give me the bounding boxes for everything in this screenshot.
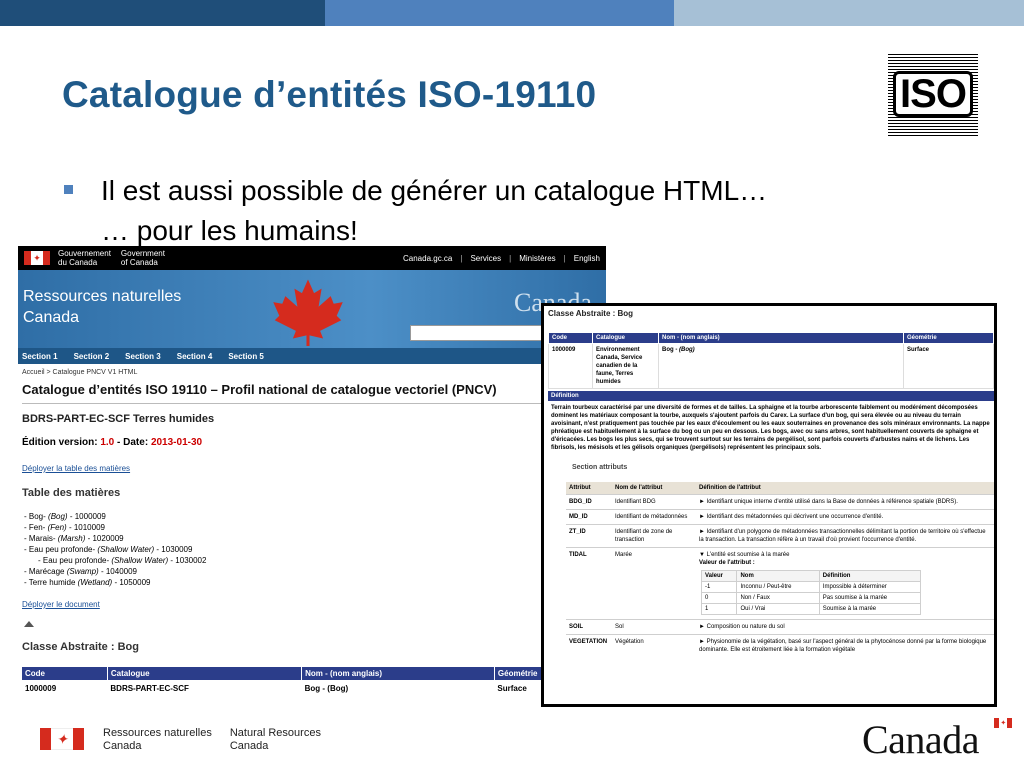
table-row: 1000009 Environnement Canada, Service ca… <box>548 343 994 389</box>
gc-name-fr: Gouvernement du Canada <box>58 249 111 267</box>
table-row: 0 Non / Faux Pas soumise à la marée <box>700 592 922 604</box>
date-value: 2013-01-30 <box>150 437 203 448</box>
nav-section-4[interactable]: Section 4 <box>177 352 213 361</box>
section-nav: Section 1 Section 2 Section 3 Section 4 … <box>18 348 606 364</box>
table-row: ZT_ID Identifiant de zone de transaction… <box>566 524 994 548</box>
catalogue-title: Catalogue d’entités ISO 19110 – Profil n… <box>22 382 497 397</box>
table-row: TIDAL Marée ▼ L'entité est soumise à la … <box>566 547 994 620</box>
link-ministeres[interactable]: Ministères <box>509 254 555 263</box>
iso-logo: ISO <box>888 52 978 136</box>
toc-item[interactable]: - Marécage (Swamp) - 1040009 <box>24 566 602 577</box>
gc-name-en: Government of Canada <box>120 249 165 267</box>
table-row: 1000009 BDRS-PART-EC-SCF Bog - (Bog) Sur… <box>25 684 527 693</box>
class-table: Code Catalogue Nom - (nom anglais) Géomé… <box>22 667 603 697</box>
toc-title: Table des matières <box>22 487 121 499</box>
expand-attribute[interactable]: ► Identifiant des métadonnées qui décriv… <box>696 509 994 525</box>
slide-title: Catalogue d’entités ISO-19110 <box>62 74 597 115</box>
canada-flag-icon: ✦ <box>40 728 84 750</box>
org-name-en: Natural Resources Canada <box>229 727 321 752</box>
edition-value: 1.0 <box>100 437 115 448</box>
gc-names: Gouvernement du Canada Government of Canad… <box>58 249 165 267</box>
link-services[interactable]: Services <box>460 254 501 263</box>
class-title: Classe Abstraite : Bog <box>22 641 139 653</box>
footer-org-names: Ressources naturelles Canada Natural Reso… <box>103 727 321 753</box>
attributes-table: Attribut Nom de l'attribut Définition de… <box>566 482 994 657</box>
breadcrumb[interactable]: Accueil > Catalogue PNCV V1 HTML <box>18 364 606 376</box>
toc-item[interactable]: - Bog- (Bog) - 1000009 <box>24 511 602 522</box>
edition-line: Édition version: 1.0 - Date: 2013-01-30 <box>22 437 203 448</box>
screenshot-catalogue-page: ✦ Gouvernement du Canada Government of Can… <box>18 246 606 720</box>
canada-flag-icon: ✦ <box>24 251 50 265</box>
toc-item[interactable]: - Terre humide (Wetland) - 1050009 <box>24 577 602 588</box>
canada-wordmark-logo: Canada ✦ <box>862 716 1012 763</box>
table-row: VEGETATION Végétation ► Physionomie de l… <box>566 634 994 657</box>
gc-top-links: Canada.gc.ca Services Ministères English <box>403 254 600 263</box>
nav-section-3[interactable]: Section 3 <box>125 352 161 361</box>
col-catalogue: Catalogue <box>107 667 303 680</box>
toc-item[interactable]: - Fen- (Fen) - 1010009 <box>24 522 602 533</box>
org-name-fr: Ressources naturelles Canada <box>103 727 212 752</box>
canada-flag-icon: ✦ <box>994 718 1012 728</box>
detail-class-table: Code Catalogue Nom - (nom anglais) Géomé… <box>548 332 994 389</box>
bullet-line-1: Il est aussi possible de générer un cata… <box>101 175 768 206</box>
section-attributes-title: Section attributs <box>572 464 628 471</box>
link-canada-gc[interactable]: Canada.gc.ca <box>403 254 452 263</box>
col-code: Code <box>22 667 108 680</box>
expand-attribute[interactable]: ► Identifiant unique interne d'entité ut… <box>696 494 994 510</box>
top-color-band <box>0 0 1024 26</box>
toc-list: - Bog- (Bog) - 1000009 - Fen- (Fen) - 10… <box>18 499 606 588</box>
bullet-line-2: … pour les humains! <box>101 215 358 246</box>
link-english[interactable]: English <box>564 254 600 263</box>
expand-attribute[interactable]: ► Identifiant d'un polygone de métadonné… <box>696 524 994 548</box>
col-nom: Nom - (nom anglais) <box>301 667 495 680</box>
nav-section-5[interactable]: Section 5 <box>228 352 264 361</box>
dataset-title: BDRS-PART-EC-SCF Terres humides <box>22 413 215 425</box>
nav-section-2[interactable]: Section 2 <box>74 352 110 361</box>
band-dark <box>0 0 325 26</box>
detail-title: Classe Abstraite : Bog <box>548 309 634 318</box>
screenshot-class-detail: Classe Abstraite : Bog Code Catalogue No… <box>541 303 997 707</box>
gc-header-bar: ✦ Gouvernement du Canada Government of Can… <box>18 246 606 270</box>
deploy-doc-link[interactable]: Déployer le document <box>18 588 606 609</box>
banner-title: Ressources naturelles Canada <box>23 288 182 326</box>
values-table: Valeur Nom Définition -1 Inconnu / Peut-êtr… <box>700 570 922 615</box>
band-light <box>674 0 1024 26</box>
nrcan-banner: Ressources naturelles Canada Canada <box>18 270 606 348</box>
maple-leaf-icon <box>273 279 343 346</box>
table-row: BDG_ID Identifiant BDG ► Identifiant uni… <box>566 494 994 510</box>
band-mid <box>325 0 674 26</box>
table-row: SOIL Sol ► Composition ou nature du sol <box>566 619 994 635</box>
definition-text: Terrain tourbeux caractérisé par une div… <box>551 405 990 451</box>
toc-item[interactable]: - Eau peu profonde- (Shallow Water) - 10… <box>24 544 602 555</box>
toc-item[interactable]: - Eau peu profonde- (Shallow Water) - 10… <box>24 555 602 566</box>
iso-logo-text: ISO <box>893 71 973 117</box>
table-row: MD_ID Identifiant de métadonnées ► Ident… <box>566 509 994 525</box>
collapse-attribute[interactable]: ▼ L'entité est soumise à la marée <box>699 551 991 559</box>
table-row: -1 Inconnu / Peut-être Impossible à déterm… <box>700 581 922 593</box>
definition-header: Définition <box>548 391 994 401</box>
deploy-toc-link[interactable]: Déployer la table des matières <box>18 448 606 473</box>
toc-item[interactable]: - Marais- (Marsh) - 1020009 <box>24 533 602 544</box>
bullet-square-icon <box>64 185 73 194</box>
expand-attribute[interactable]: ► Physionomie de la végétation, basé sur… <box>696 634 994 657</box>
table-row: 1 Oui / Vrai Soumise à la marée <box>700 603 922 615</box>
expand-attribute[interactable]: ► Composition ou nature du sol <box>696 619 994 635</box>
nav-section-1[interactable]: Section 1 <box>22 352 58 361</box>
